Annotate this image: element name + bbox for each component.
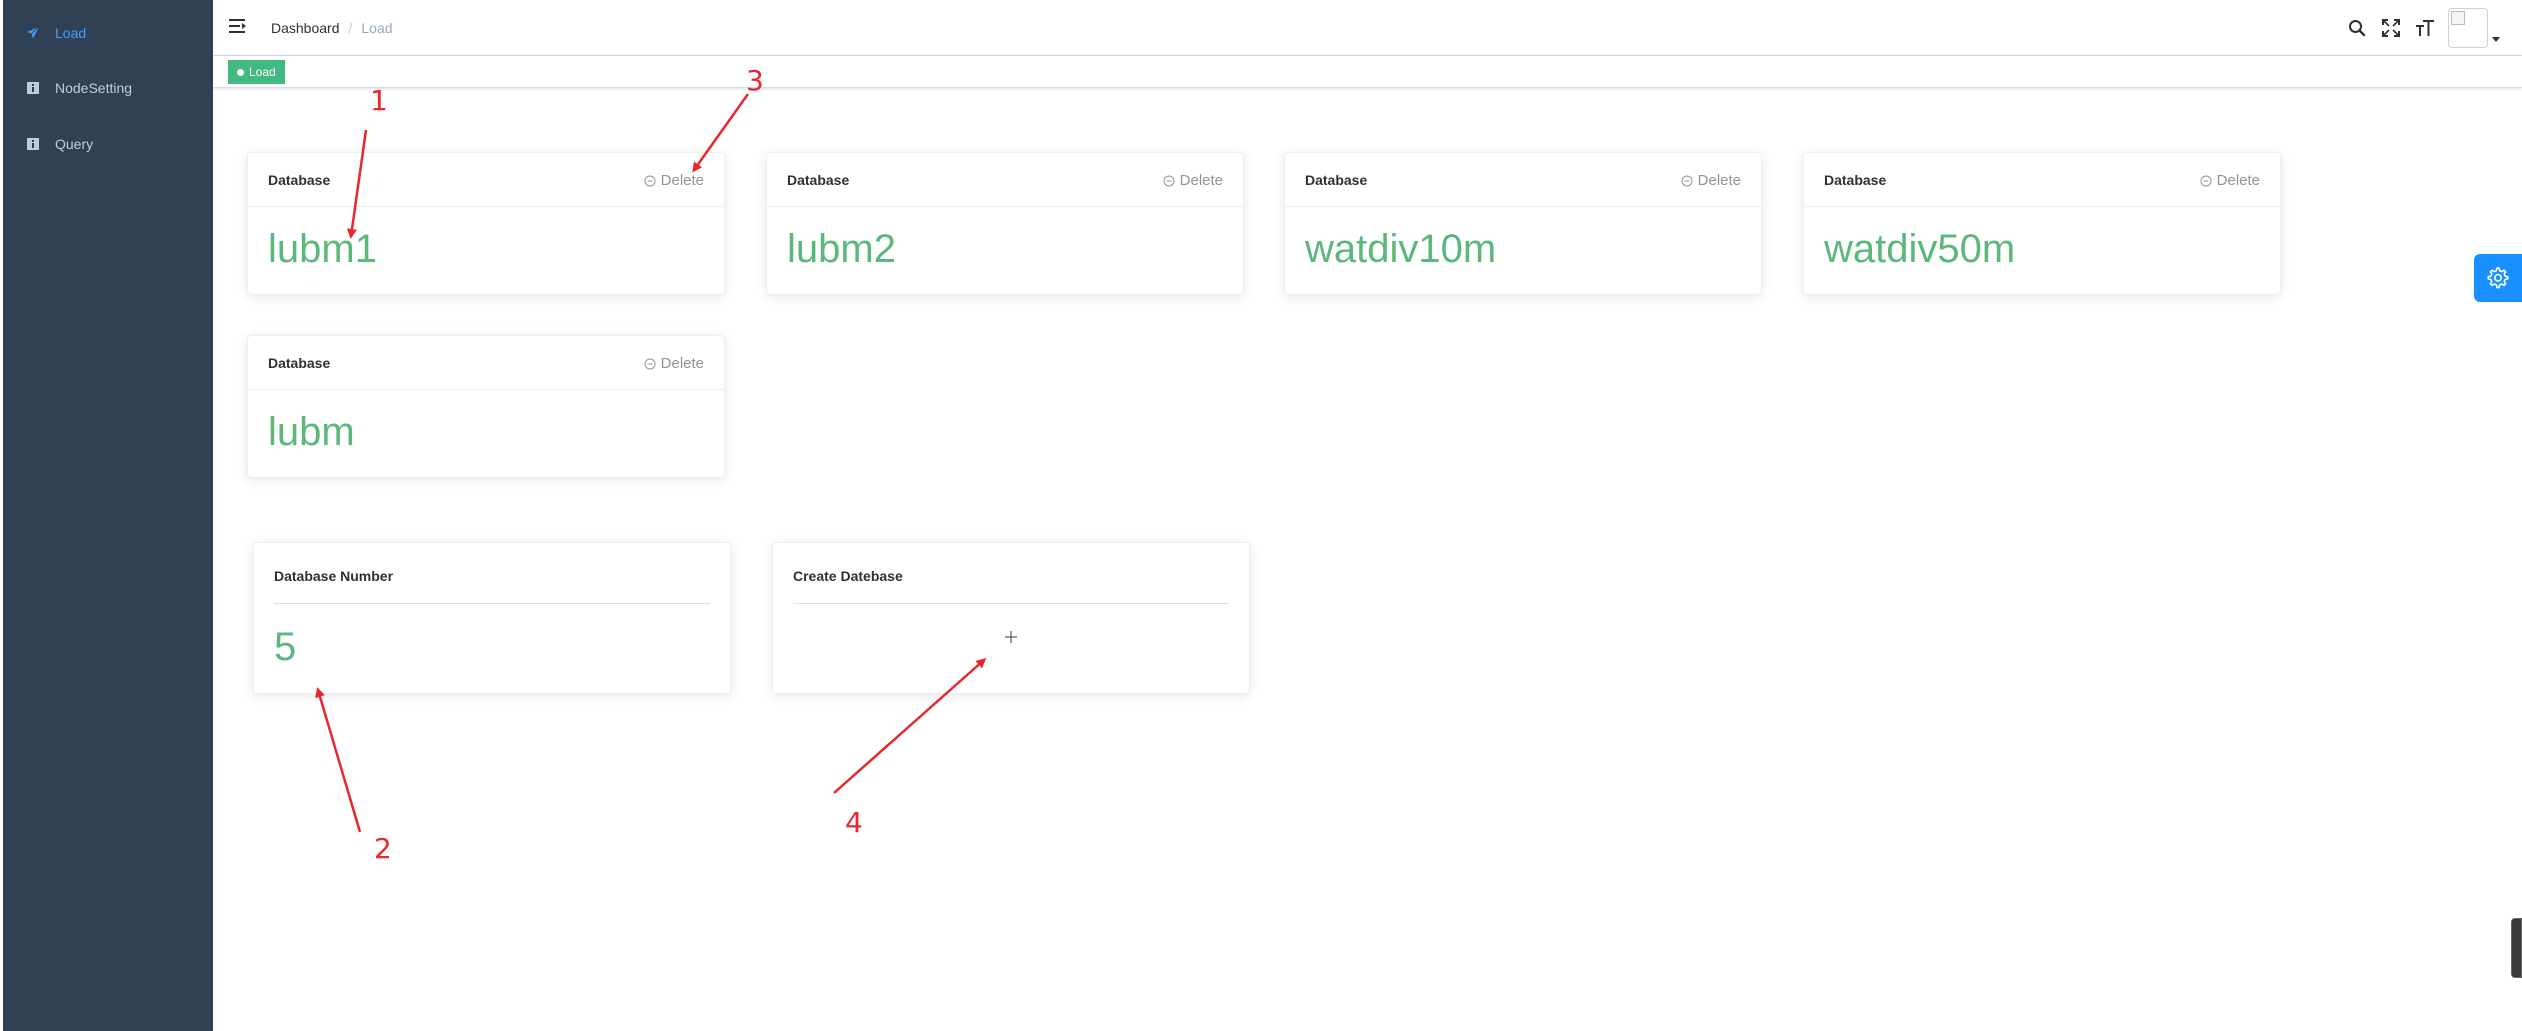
database-card: Database Delete watdiv10m <box>1284 152 1762 295</box>
right-menu <box>2340 0 2522 56</box>
database-card: Database Delete lubm2 <box>766 152 1244 295</box>
hamburger-icon[interactable] <box>229 18 249 38</box>
delete-button[interactable]: Delete <box>1681 172 1741 189</box>
delete-label: Delete <box>1697 172 1741 189</box>
tag-active-dot <box>237 68 244 76</box>
database-name: lubm <box>268 410 355 454</box>
database-card: Database Delete watdiv50m <box>1803 152 2281 295</box>
sidebar: Load NodeSetting Query <box>3 0 213 1031</box>
card-header: Create Datebase <box>793 543 1229 604</box>
fullscreen-icon[interactable] <box>2374 11 2408 45</box>
info-icon <box>23 78 43 98</box>
settings-button[interactable] <box>2474 254 2522 302</box>
tags-view: Load <box>213 56 2522 88</box>
font-size-icon[interactable] <box>2408 11 2442 45</box>
card-title: Database <box>268 354 331 371</box>
card-header: Database Delete <box>1804 153 2280 207</box>
avatar[interactable] <box>2448 8 2488 48</box>
remove-circle-icon <box>644 358 656 369</box>
paper-plane-icon <box>23 23 43 43</box>
card-title: Create Datebase <box>793 568 903 584</box>
database-name: lubm2 <box>787 227 896 271</box>
delete-label: Delete <box>2216 172 2260 189</box>
card-header: Database Delete <box>767 153 1243 207</box>
breadcrumb-separator: / <box>348 20 353 36</box>
card-title: Database <box>787 171 850 188</box>
card-title: Database <box>1824 171 1887 188</box>
tag-load[interactable]: Load <box>228 60 285 84</box>
sidebar-item-label: Load <box>55 25 87 41</box>
remove-circle-icon <box>2200 175 2212 186</box>
caret-down-icon[interactable] <box>2488 8 2504 48</box>
sidebar-item-label: NodeSetting <box>55 80 133 96</box>
card-header: Database Delete <box>248 153 724 207</box>
sidebar-item-nodesetting[interactable]: NodeSetting <box>3 60 213 116</box>
card-title: Database <box>1305 171 1368 188</box>
tag-label: Load <box>249 65 276 79</box>
database-card: Database Delete lubm <box>247 335 725 478</box>
delete-label: Delete <box>660 172 704 189</box>
sidebar-item-load[interactable]: Load <box>3 5 213 61</box>
sidebar-item-label: Query <box>55 136 94 152</box>
info-icon <box>23 134 43 154</box>
delete-label: Delete <box>1179 172 1223 189</box>
annotation-number-4: 4 <box>845 806 863 839</box>
database-number-card: Database Number 5 <box>253 542 731 694</box>
card-header: Database Delete <box>1285 153 1761 207</box>
gear-icon <box>2487 267 2509 289</box>
delete-button[interactable]: Delete <box>644 172 704 189</box>
card-title: Database <box>268 171 331 188</box>
remove-circle-icon <box>1163 175 1175 186</box>
delete-button[interactable]: Delete <box>644 355 704 372</box>
remove-circle-icon <box>644 175 656 186</box>
database-count: 5 <box>274 625 297 669</box>
breadcrumb-current: Load <box>361 20 393 36</box>
database-name: watdiv50m <box>1824 227 2016 271</box>
card-header: Database Delete <box>248 336 724 390</box>
database-name: lubm1 <box>268 227 377 271</box>
scrollbar-handle[interactable] <box>2511 918 2522 978</box>
card-header: Database Number <box>274 543 710 604</box>
plus-icon[interactable] <box>999 625 1023 649</box>
delete-button[interactable]: Delete <box>2200 172 2260 189</box>
sidebar-item-query[interactable]: Query <box>3 116 213 172</box>
annotation-arrow-2 <box>315 687 362 833</box>
annotation-number-1: 1 <box>370 84 388 117</box>
search-icon[interactable] <box>2340 11 2374 45</box>
navbar: Dashboard / Load <box>213 0 2522 56</box>
remove-circle-icon <box>1681 175 1693 186</box>
annotation-number-2: 2 <box>374 832 392 865</box>
database-card: Database Delete lubm1 <box>247 152 725 295</box>
breadcrumb-dashboard[interactable]: Dashboard <box>271 20 340 36</box>
create-database-card[interactable]: Create Datebase <box>772 542 1250 694</box>
delete-button[interactable]: Delete <box>1163 172 1223 189</box>
breadcrumb: Dashboard / Load <box>271 20 393 36</box>
delete-label: Delete <box>660 355 704 372</box>
card-title: Database Number <box>274 568 394 584</box>
database-name: watdiv10m <box>1305 227 1497 271</box>
